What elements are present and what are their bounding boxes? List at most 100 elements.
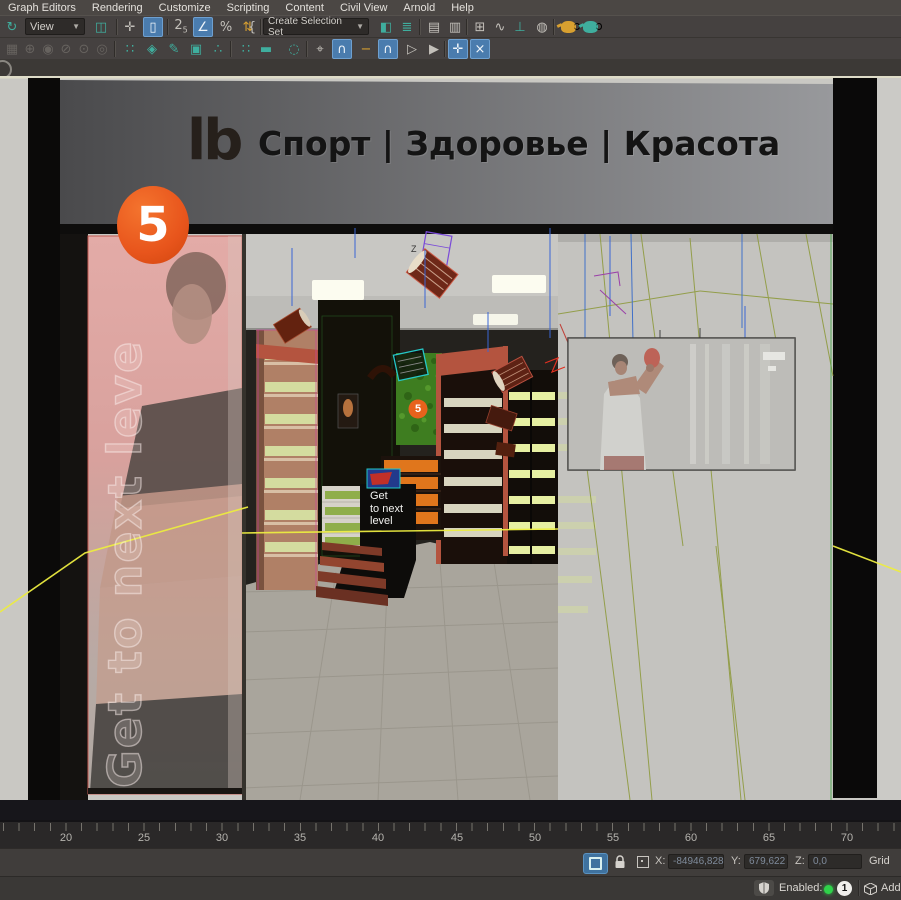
tick-label: 60 (685, 832, 697, 844)
material-editor-button[interactable]: ◍ (532, 17, 552, 37)
select-and-link-button[interactable]: ↻ (2, 17, 22, 37)
render-setup-button[interactable] (558, 17, 578, 37)
teal-bar-button[interactable]: ▬ (256, 39, 276, 59)
dash-magnet-icon: − (361, 43, 372, 56)
curve-editor-button[interactable]: ∿ (490, 17, 510, 37)
gizmo-cross-icon: ✛ (453, 43, 464, 56)
angle-snap-button[interactable]: ∠ (193, 17, 213, 37)
cone-outline-icon: ▷ (407, 43, 417, 56)
cone-filled-button[interactable]: ▶ (424, 39, 444, 59)
select-and-manipulate-button[interactable]: ✛ (120, 17, 140, 37)
mirror-button[interactable]: ◧ (376, 17, 396, 37)
security-shield-button[interactable] (754, 880, 774, 896)
select-icon: ▯ (149, 21, 156, 34)
menu-graph-editors[interactable]: Graph Editors (0, 2, 84, 14)
material-editor-icon: ◍ (536, 21, 547, 34)
disabled-tool-5[interactable]: ⊙ (74, 39, 94, 59)
disabled-tool-4[interactable]: ⊘ (56, 39, 76, 59)
snap-tool-2[interactable]: ◈ (142, 39, 162, 59)
percent-snap-button[interactable]: % (216, 17, 236, 37)
ribbon-toggle[interactable]: ⊞ (470, 17, 490, 37)
reference-coordinate-value: View (30, 21, 54, 33)
y-label: Y: (731, 855, 741, 867)
dashed-circle-button[interactable]: ◌ (284, 39, 304, 59)
disabled-tool-2[interactable]: ⊕ (20, 39, 40, 59)
keyboard-override-button[interactable]: ▯ (143, 17, 163, 37)
scene-explorer-icon: ▤ (428, 21, 440, 34)
toolbar-separator (419, 19, 421, 35)
absolute-mode-transform-icon[interactable] (637, 856, 649, 868)
disabled-tool-1[interactable]: ▦ (2, 39, 22, 59)
menu-customize[interactable]: Customize (151, 2, 219, 14)
ring-icon: ◎ (96, 43, 107, 56)
layer-explorer-toggle[interactable]: ▥ (445, 17, 465, 37)
toolbar-separator (444, 41, 446, 57)
tick-label: 35 (294, 832, 306, 844)
menu-rendering[interactable]: Rendering (84, 2, 151, 14)
isolate-selection-toggle[interactable] (583, 853, 608, 874)
snap-magnet-1[interactable]: ⌖ (310, 39, 330, 59)
align-button[interactable]: ≣ (397, 17, 417, 37)
snap-tool-5[interactable]: ∴ (208, 39, 228, 59)
add-button[interactable]: Add (881, 882, 901, 894)
snap-tool-1[interactable]: ∷ (120, 39, 140, 59)
selection-lock-icon[interactable] (614, 855, 626, 869)
toolbar-separator (553, 19, 555, 35)
use-pivot-center-button[interactable]: ◫ (90, 17, 112, 37)
schematic-view-button[interactable]: ⊥ (510, 17, 530, 37)
axis-constraint-toggle-2[interactable]: × (470, 39, 490, 59)
snap-25d-icon: 25 (174, 19, 187, 35)
menu-arnold[interactable]: Arnold (395, 2, 443, 14)
main-toolbar: ↻ View ▼ ◫ ✛ ▯ 25 ∠ % ⇅ { Create Selecti… (0, 15, 901, 38)
magnet-icon: ∩ (383, 43, 393, 56)
store-sign-title: Спорт | Здоровье | Красота (258, 124, 780, 163)
chevron-down-icon: ▼ (72, 22, 80, 31)
snap-tool-3[interactable]: ✎ (164, 39, 184, 59)
menu-help[interactable]: Help (443, 2, 482, 14)
snap-magnet-3[interactable]: − (356, 39, 376, 59)
tick-label: 55 (607, 832, 619, 844)
named-selection-sets-button[interactable]: { (245, 17, 259, 37)
viewport[interactable]: 5 lb Спорт | Здоровье | Красота Get to n… (0, 76, 901, 820)
y-coordinate-field[interactable]: 679,622 (744, 854, 788, 869)
z-coordinate-field[interactable]: 0,0 (808, 854, 862, 869)
render-setup-teapot-icon (561, 21, 576, 33)
scene-explorer-toggle[interactable]: ▤ (424, 17, 444, 37)
pivot-center-icon: ◫ (95, 21, 107, 34)
grid-points-button[interactable]: ∷ (236, 39, 256, 59)
dot-circle-icon: ⊙ (79, 43, 90, 56)
menu-content[interactable]: Content (277, 2, 332, 14)
poster-vertical-text: Get to next leve (98, 240, 152, 788)
security-count-badge[interactable]: 1 (837, 881, 852, 896)
toolbar-separator (306, 41, 308, 57)
cone-filled-icon: ▶ (429, 43, 439, 56)
slash-circle-icon: ⊘ (61, 43, 72, 56)
align-icon: ≣ (402, 21, 413, 34)
disabled-tool-6[interactable]: ◎ (92, 39, 112, 59)
bottom-separator (858, 880, 860, 896)
snap-magnet-2-active[interactable]: ∩ (332, 39, 352, 59)
snap-magnet-4-active[interactable]: ∩ (378, 39, 398, 59)
z-axis-label: Z (411, 244, 417, 254)
manipulate-icon: ✛ (125, 21, 136, 34)
snaps-toggle-button[interactable]: 25 (171, 17, 191, 37)
axis-constraint-toggle-1[interactable]: ✛ (448, 39, 468, 59)
timeline-ruler[interactable]: 20 25 30 35 40 45 50 55 60 65 70 (0, 820, 901, 848)
disabled-tool-3[interactable]: ◉ (38, 39, 58, 59)
reference-coordinate-dropdown[interactable]: View ▼ (25, 18, 85, 35)
curve-editor-icon: ∿ (495, 21, 506, 34)
promo-line-3: level (370, 515, 418, 528)
x-coordinate-field[interactable]: -84946,828 (668, 854, 724, 869)
magnet-icon: ∩ (337, 43, 347, 56)
menu-scripting[interactable]: Scripting (219, 2, 278, 14)
create-selection-set-dropdown[interactable]: Create Selection Set ▼ (263, 18, 369, 35)
render-button[interactable] (580, 17, 600, 37)
toolbar-separator (167, 19, 169, 35)
snap-tool-4[interactable]: ▣ (186, 39, 206, 59)
promo-sign: Get to next level (370, 490, 418, 528)
tri-dots-icon: ∴ (214, 43, 222, 56)
cone-outline-button[interactable]: ▷ (402, 39, 422, 59)
pencil-icon: ✎ (169, 43, 180, 56)
menu-civil-view[interactable]: Civil View (332, 2, 395, 14)
tick-label: 30 (216, 832, 228, 844)
